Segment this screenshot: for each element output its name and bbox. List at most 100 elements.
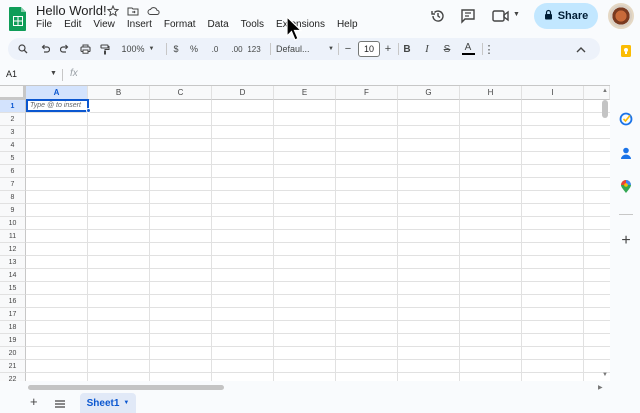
grid-line: [26, 112, 610, 113]
font-family-select[interactable]: Defaul... ▼: [276, 41, 334, 57]
tasks-icon[interactable]: [619, 112, 633, 126]
row-header-1[interactable]: 1: [0, 100, 26, 113]
strikethrough-button[interactable]: S: [440, 41, 454, 57]
menu-data[interactable]: Data: [208, 19, 229, 30]
column-header-e[interactable]: E: [274, 86, 336, 100]
grid-line: [26, 255, 610, 256]
row-header-10[interactable]: 10: [0, 217, 26, 230]
row-header-3[interactable]: 3: [0, 126, 26, 139]
scroll-right-icon[interactable]: ▶: [598, 384, 603, 391]
row-header-15[interactable]: 15: [0, 282, 26, 295]
row-header-4[interactable]: 4: [0, 139, 26, 152]
more-options-icon[interactable]: ⋮: [484, 41, 495, 57]
menu-format[interactable]: Format: [164, 19, 196, 30]
row-header-11[interactable]: 11: [0, 230, 26, 243]
print-icon[interactable]: [78, 41, 92, 57]
document-title[interactable]: Hello World!: [36, 3, 107, 18]
font-size-input[interactable]: 10: [358, 41, 380, 57]
search-menus-icon[interactable]: [16, 41, 30, 57]
add-icon[interactable]: +: [619, 232, 633, 249]
meet-dropdown-icon[interactable]: ▼: [513, 11, 520, 18]
column-header-f[interactable]: F: [336, 86, 398, 100]
text-color-label: A: [464, 42, 472, 53]
grid-line: [26, 333, 610, 334]
row-header-20[interactable]: 20: [0, 347, 26, 360]
column-header-g[interactable]: G: [398, 86, 460, 100]
column-header-b[interactable]: B: [88, 86, 150, 100]
column-header-c[interactable]: C: [150, 86, 212, 100]
percent-format-button[interactable]: %: [188, 41, 200, 57]
active-cell[interactable]: Type @ to insert: [26, 99, 89, 112]
row-header-6[interactable]: 6: [0, 165, 26, 178]
column-header-d[interactable]: D: [212, 86, 274, 100]
fill-handle[interactable]: [86, 108, 91, 113]
column-header-h[interactable]: H: [460, 86, 522, 100]
sheets-app: Hello World! File Edit View Insert Forma…: [0, 0, 640, 413]
row-header-18[interactable]: 18: [0, 321, 26, 334]
name-box[interactable]: A1: [6, 69, 17, 79]
undo-icon[interactable]: [38, 41, 52, 57]
more-formats-button[interactable]: 123: [246, 41, 262, 57]
row-header-22[interactable]: 22: [0, 373, 26, 381]
chevron-down-icon[interactable]: ▼: [123, 400, 129, 406]
menu-insert[interactable]: Insert: [127, 19, 152, 30]
row-header-2[interactable]: 2: [0, 113, 26, 126]
folder-move-icon[interactable]: [126, 4, 140, 18]
increase-font-size-button[interactable]: +: [382, 41, 394, 57]
row-header-17[interactable]: 17: [0, 308, 26, 321]
paint-format-icon[interactable]: [98, 41, 112, 57]
collapse-menus-icon[interactable]: [574, 41, 588, 57]
formula-input[interactable]: [90, 68, 600, 82]
comments-icon[interactable]: [460, 8, 476, 24]
row-header-21[interactable]: 21: [0, 360, 26, 373]
bold-button[interactable]: B: [400, 41, 414, 57]
decrease-decimal-button[interactable]: .0: [208, 41, 222, 57]
row-header-13[interactable]: 13: [0, 256, 26, 269]
contacts-icon[interactable]: [619, 146, 633, 160]
italic-button[interactable]: I: [420, 41, 434, 57]
column-header-i[interactable]: I: [522, 86, 584, 100]
row-header-12[interactable]: 12: [0, 243, 26, 256]
avatar[interactable]: [608, 3, 634, 29]
sheet-tab-sheet1[interactable]: Sheet1 ▼: [80, 393, 136, 413]
vertical-scrollbar[interactable]: [602, 100, 608, 118]
currency-format-button[interactable]: $: [170, 41, 182, 57]
chevron-down-icon: ▼: [148, 46, 155, 52]
meet-icon[interactable]: [492, 9, 510, 23]
decrease-font-size-button[interactable]: −: [342, 41, 354, 57]
menu-view[interactable]: View: [93, 19, 115, 30]
grid-line: [26, 268, 610, 269]
column-header-a[interactable]: A: [26, 86, 88, 100]
scroll-down-icon[interactable]: ▼: [602, 372, 608, 378]
menu-tools[interactable]: Tools: [241, 19, 264, 30]
star-icon[interactable]: [106, 4, 120, 18]
zoom-select[interactable]: 100% ▼: [118, 41, 158, 57]
spreadsheet-grid[interactable]: A B C D E F G H I 1 2 3 4 5 6 7 8 9 10 11 12 13 14 15 16 17 18 19 20…: [0, 85, 610, 381]
menu-help[interactable]: Help: [337, 19, 358, 30]
chevron-down-icon[interactable]: ▼: [50, 70, 57, 77]
redo-icon[interactable]: [58, 41, 72, 57]
sheets-logo-icon[interactable]: [8, 6, 28, 32]
scroll-up-icon[interactable]: ▲: [602, 88, 608, 94]
add-sheet-button[interactable]: +: [30, 394, 38, 409]
row-header-16[interactable]: 16: [0, 295, 26, 308]
menu-file[interactable]: File: [36, 19, 52, 30]
row-header-19[interactable]: 19: [0, 334, 26, 347]
row-header-7[interactable]: 7: [0, 178, 26, 191]
share-button[interactable]: Share: [534, 3, 598, 29]
horizontal-scrollbar[interactable]: [28, 385, 224, 390]
version-history-icon[interactable]: [430, 8, 446, 24]
row-header-8[interactable]: 8: [0, 191, 26, 204]
menu-edit[interactable]: Edit: [64, 19, 81, 30]
increase-decimal-button[interactable]: .00: [228, 41, 246, 57]
maps-icon[interactable]: [619, 180, 633, 194]
all-sheets-icon[interactable]: [54, 396, 66, 408]
row-header-5[interactable]: 5: [0, 152, 26, 165]
text-color-button[interactable]: A: [460, 41, 476, 57]
row-header-9[interactable]: 9: [0, 204, 26, 217]
keep-icon[interactable]: [619, 44, 633, 58]
grid-line: [26, 177, 610, 178]
select-all-corner[interactable]: [0, 86, 26, 100]
row-header-14[interactable]: 14: [0, 269, 26, 282]
cloud-saved-icon[interactable]: [146, 4, 160, 18]
